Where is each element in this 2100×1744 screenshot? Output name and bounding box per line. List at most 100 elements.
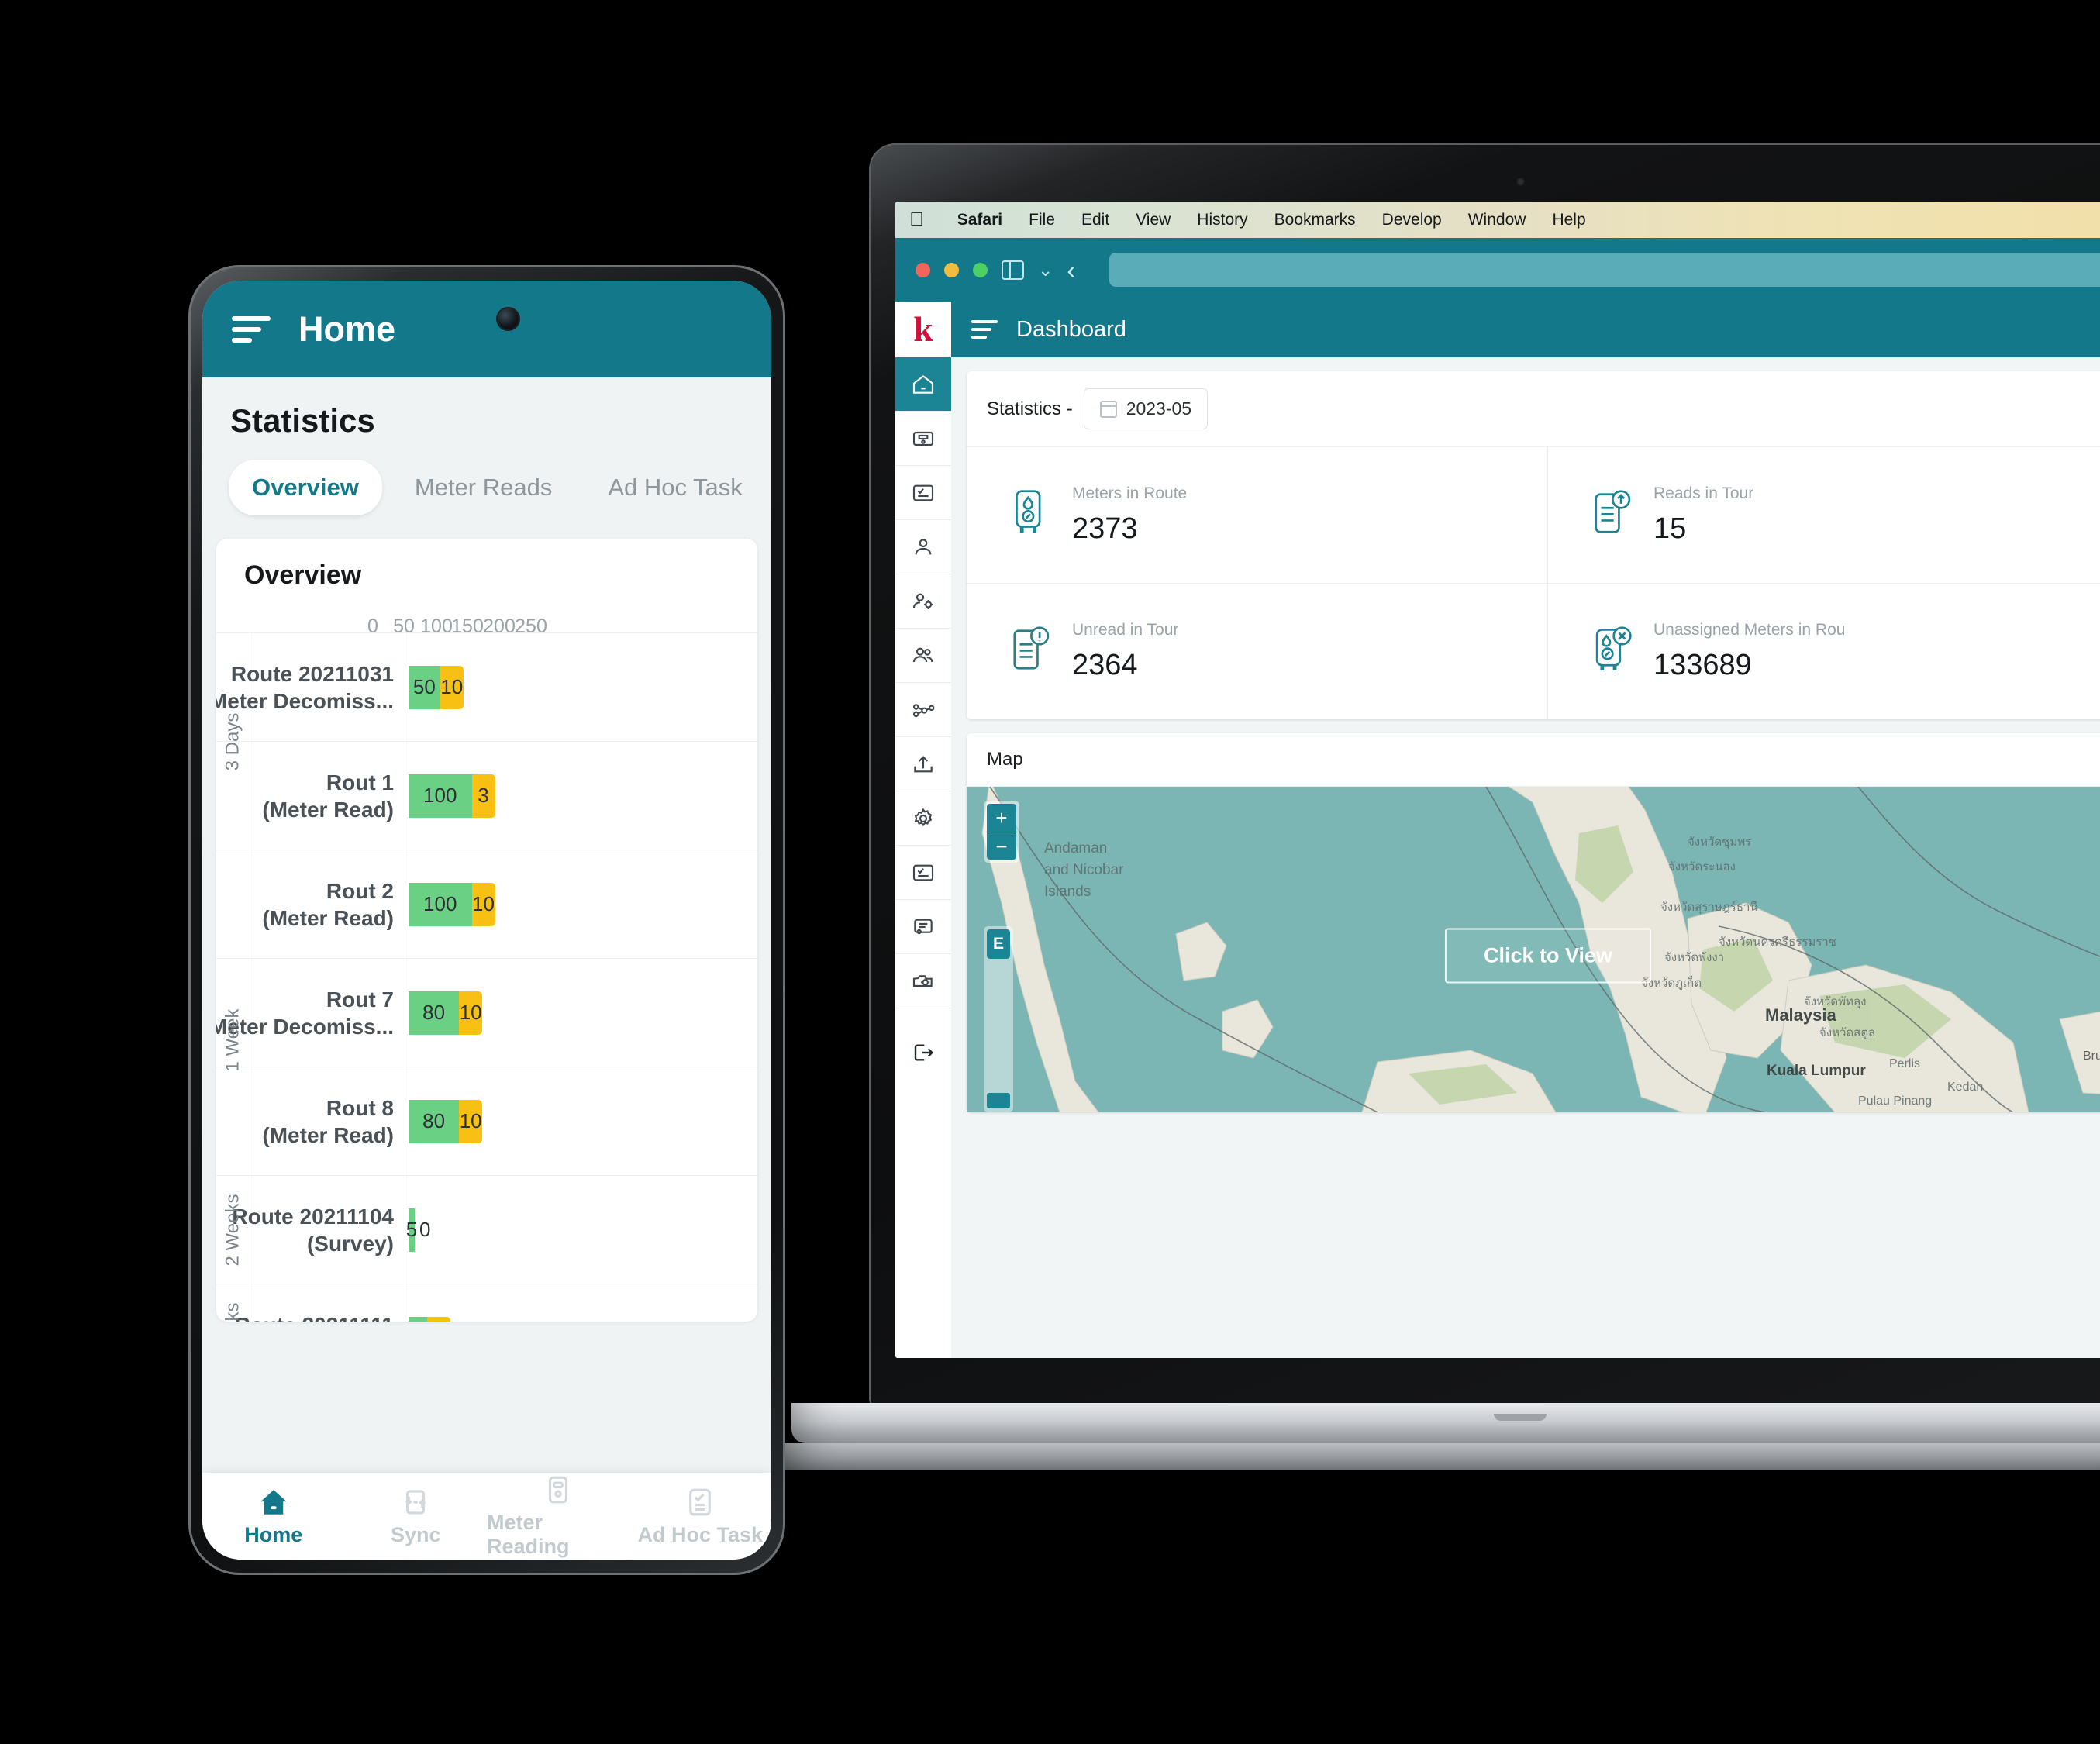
sidebar-item-camera-settings[interactable] — [895, 954, 951, 1008]
tab-overview[interactable]: Overview — [229, 460, 382, 515]
unread-alert-icon — [1009, 626, 1052, 677]
maximize-window-button[interactable] — [973, 262, 988, 277]
sidebar-item-home[interactable] — [895, 357, 951, 412]
stat-value: 2373 — [1072, 512, 1138, 545]
chart-row: 3 Days Route 20211031 (Meter Decomiss... 50… — [216, 633, 757, 770]
nav-item-ad-hoc-task[interactable]: Ad Hoc Task — [629, 1486, 772, 1547]
sync-icon — [405, 1489, 426, 1515]
phone-device: Home Statistics Overview Meter Reads Ad … — [188, 265, 785, 1575]
stat-card-meters-in-route[interactable]: Meters in Route 2373 — [967, 447, 1548, 584]
bar-segment-not-done: 10 — [471, 882, 495, 926]
stat-card-unassigned-meters[interactable]: Unassigned Meters in Rou 133689 — [1548, 584, 2100, 719]
menu-safari[interactable]: Safari — [944, 211, 1016, 229]
map-layer-slider[interactable]: E — [984, 926, 1013, 1112]
chart-row-label: Rout 8 (Meter Read) — [250, 1067, 405, 1175]
menu-edit[interactable]: Edit — [1068, 211, 1122, 229]
chevron-down-icon[interactable]: ⌄ — [1038, 260, 1053, 279]
map-viewport[interactable]: Andaman and Nicobar Islands จังหวัดชุมพร… — [967, 787, 2100, 1112]
sidebar-item-checklist[interactable] — [895, 846, 951, 900]
phone-screen: Home Statistics Overview Meter Reads Ad … — [202, 281, 771, 1560]
page-title: Dashboard — [1016, 316, 1126, 342]
laptop-camera-icon — [1516, 178, 1525, 186]
svg-text:Perlis: Perlis — [1889, 1057, 1920, 1070]
sidebar-item-meter[interactable] — [895, 412, 951, 466]
hamburger-icon[interactable] — [232, 315, 271, 343]
menu-help[interactable]: Help — [1539, 211, 1598, 229]
sidebar-item-settings[interactable] — [895, 791, 951, 846]
menu-view[interactable]: View — [1122, 211, 1184, 229]
hamburger-icon[interactable] — [971, 320, 998, 339]
minimize-window-button[interactable] — [944, 262, 959, 277]
nav-item-meter-reading[interactable]: Meter Reading — [487, 1473, 629, 1559]
month-picker-value: 2023-05 — [1126, 398, 1192, 419]
sidebar-item-logout[interactable] — [895, 1025, 951, 1080]
group-label: 3 Weeks — [222, 1302, 244, 1322]
nav-label: Ad Hoc Task — [637, 1522, 764, 1546]
menu-develop[interactable]: Develop — [1369, 211, 1455, 229]
bar-segment-done: 5 — [406, 1208, 417, 1252]
screenshot-stage:  Safari File Edit View History Bookmark… — [0, 0, 2100, 1744]
app-topbar: Dashboard — [951, 302, 2100, 357]
back-chevron-icon[interactable]: ‹ — [1067, 257, 1075, 283]
nav-item-sync[interactable]: Sync — [345, 1486, 488, 1547]
nav-item-home[interactable]: Home — [202, 1486, 345, 1547]
stat-label: Unassigned Meters in Rou — [1653, 621, 1846, 639]
route-type: (Meter Read) — [262, 797, 394, 822]
sidebar-item-network[interactable] — [895, 683, 951, 737]
sidebar-item-users[interactable] — [895, 629, 951, 683]
safari-toolbar: ⌄ ‹ — [895, 238, 2100, 302]
logo-letter: k — [913, 309, 933, 349]
svg-text:จังหวัดนครศรีธรรมราช: จังหวัดนครศรีธรรมราช — [1719, 936, 1836, 949]
month-picker[interactable]: 2023-05 — [1083, 388, 1209, 429]
tab-meter-reads[interactable]: Meter Reads — [391, 460, 575, 515]
chart-title: Overview — [244, 560, 362, 590]
unassigned-meter-icon — [1590, 626, 1633, 677]
chart-row-label: Route 20211031 (Meter Decomiss... — [216, 633, 405, 741]
apple-icon[interactable]:  — [909, 210, 924, 229]
click-to-view-button[interactable]: Click to View — [1444, 928, 1652, 984]
svg-text:จังหวัดระนอง: จังหวัดระนอง — [1668, 860, 1736, 874]
stat-card-unread-in-tour[interactable]: Unread in Tour 2364 — [967, 584, 1548, 719]
web-app-shell: k Dashboard Statistics - 2023-05 Meters … — [895, 302, 2100, 1358]
stat-card-reads-in-tour[interactable]: Reads in Tour 15 — [1548, 447, 2100, 584]
chart-row-label: Route 20211104 (Survey) — [232, 1176, 405, 1284]
user-settings-icon — [912, 593, 933, 609]
phone-app-body: Statistics Overview Meter Reads Ad Hoc T… — [202, 377, 771, 1560]
chart-x-axis: 0 50 100 150 200 250 — [367, 591, 757, 637]
menu-window[interactable]: Window — [1455, 211, 1540, 229]
chart-row-group — [216, 1067, 250, 1175]
menu-file[interactable]: File — [1016, 211, 1068, 229]
address-bar[interactable] — [1109, 253, 2100, 287]
sidebar-item-user[interactable] — [895, 520, 951, 574]
slider-handle[interactable] — [987, 1093, 1010, 1108]
web-content-column: Dashboard Statistics - 2023-05 Meters in… — [951, 302, 2100, 1358]
sidebar-item-upload[interactable] — [895, 737, 951, 791]
svg-text:จังหวัดพังงา: จังหวัดพังงา — [1664, 951, 1724, 964]
zoom-out-button[interactable]: − — [987, 832, 1016, 860]
laptop-base — [791, 1403, 2100, 1443]
route-type: (Survey) — [306, 1231, 394, 1256]
bar-value-zero: 0 — [419, 1218, 431, 1241]
nav-label: Home — [244, 1522, 303, 1546]
route-name: Rout 2 — [326, 878, 394, 903]
sidebar-item-tasks[interactable] — [895, 466, 951, 520]
close-window-button[interactable] — [916, 262, 930, 277]
chart-row: Rout 8 (Meter Read) 80 10 — [216, 1067, 757, 1176]
sidebar-item-user-settings[interactable] — [895, 574, 951, 629]
tab-ad-hoc-task[interactable]: Ad Hoc Task — [584, 460, 765, 515]
report-icon — [914, 919, 933, 934]
logout-icon — [914, 1044, 934, 1061]
sidebar-item-report[interactable] — [895, 900, 951, 954]
chart-bar: 100 3 — [405, 742, 757, 850]
menu-history[interactable]: History — [1184, 211, 1260, 229]
sidebar-toggle-icon[interactable] — [1002, 260, 1024, 280]
route-type: (Meter Decomiss... — [216, 688, 394, 713]
map-layer-button[interactable]: E — [987, 929, 1010, 959]
chart-bar: 80 10 — [405, 959, 757, 1067]
checklist-icon — [912, 864, 934, 881]
nav-label: Meter Reading — [487, 1511, 570, 1558]
bar-segment-done: 80 — [409, 991, 460, 1035]
statistics-heading: Statistics — [230, 402, 375, 439]
menu-bookmarks[interactable]: Bookmarks — [1261, 211, 1369, 229]
zoom-in-button[interactable]: + — [987, 804, 1016, 832]
